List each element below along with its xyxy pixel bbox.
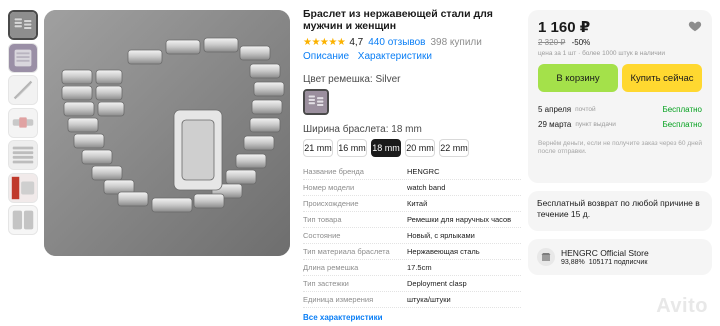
- rating-row: ★★★★★ 4,7 440 отзывов 398 купили: [303, 36, 521, 48]
- tab-characteristics[interactable]: Характеристики: [358, 51, 432, 62]
- width-label: Ширина браслета: 18 mm: [303, 124, 422, 135]
- spec-key: Тип товара: [303, 215, 342, 224]
- reviews-link[interactable]: 440 отзывов: [368, 37, 425, 48]
- spec-value: штука/штуки: [407, 295, 451, 304]
- store-info: HENGRC Official Store 93,88% 105171 подпи…: [561, 248, 649, 266]
- delivery-options: 5 апреля почтой Бесплатно 29 марта пункт…: [538, 102, 702, 132]
- spec-key: Происхождение: [303, 199, 359, 208]
- all-specs-link[interactable]: Все характеристики: [303, 313, 521, 322]
- thumbnail-5[interactable]: [8, 140, 38, 170]
- spec-row: Тип материала браслета Нержавеющая сталь: [303, 244, 521, 260]
- spec-key: Тип застежки: [303, 279, 349, 288]
- spec-row: Длина ремешка 17.5cm: [303, 260, 521, 276]
- price: 1 160 ₽: [538, 19, 591, 36]
- thumbnail-1[interactable]: [8, 10, 38, 40]
- spec-key: Номер модели: [303, 183, 355, 192]
- discount-badge: -50%: [571, 38, 591, 47]
- size-option[interactable]: 21 mm: [303, 139, 333, 157]
- size-option[interactable]: 22 mm: [439, 139, 469, 157]
- store-rating: 93,88%: [561, 259, 585, 266]
- old-price-row: 2 320 ₽ -50%: [538, 38, 702, 47]
- spec-value: HENGRC: [407, 167, 440, 176]
- store-card[interactable]: HENGRC Official Store 93,88% 105171 подпи…: [528, 239, 712, 275]
- avito-watermark: Avito: [656, 295, 708, 317]
- product-tabs: Описание Характеристики: [303, 51, 521, 63]
- delivery-date: 29 марта: [538, 120, 572, 129]
- spec-value: Нержавеющая сталь: [407, 247, 480, 256]
- spec-row: Тип застежки Deployment clasp: [303, 276, 521, 292]
- favorite-heart-icon[interactable]: [688, 19, 702, 33]
- delivery-method: пункт выдачи: [575, 121, 616, 128]
- old-price: 2 320 ₽: [538, 38, 566, 47]
- spec-value: Новый, с ярлыками: [407, 231, 475, 240]
- tab-description[interactable]: Описание: [303, 51, 349, 62]
- color-label: Цвет ремешка: Silver: [303, 74, 401, 85]
- spec-key: Единица измерения: [303, 295, 374, 304]
- product-details: Браслет из нержавеющей стали для мужчин …: [303, 8, 521, 322]
- return-policy-card: Бесплатный возврат по любой причине в те…: [528, 191, 712, 231]
- add-to-cart-button[interactable]: В корзину: [538, 64, 618, 92]
- delivery-option[interactable]: 29 марта пункт выдачи Бесплатно: [538, 117, 702, 132]
- spec-value: Китай: [407, 199, 428, 208]
- delivery-option[interactable]: 5 апреля почтой Бесплатно: [538, 102, 702, 117]
- refund-disclaimer: Вернём деньги, если не получите заказ че…: [538, 140, 702, 155]
- spec-row: Состояние Новый, с ярлыками: [303, 228, 521, 244]
- size-option-selected[interactable]: 18 mm: [371, 139, 401, 157]
- rating-stars: ★★★★★: [303, 36, 346, 48]
- spec-key: Название бренда: [303, 167, 364, 176]
- store-stats: 93,88% 105171 подписчик: [561, 259, 649, 266]
- spec-key: Тип материала браслета: [303, 247, 390, 256]
- size-option[interactable]: 16 mm: [337, 139, 367, 157]
- spec-value: Deployment clasp: [407, 279, 467, 288]
- size-options: 21 mm 16 mm 18 mm 20 mm 22 mm: [303, 139, 521, 157]
- thumbnail-4[interactable]: [8, 107, 38, 138]
- spec-value: Ремешки для наручных часов: [407, 215, 512, 224]
- price-card: 1 160 ₽ 2 320 ₽ -50% цена за 1 шт · боле…: [528, 10, 712, 183]
- thumbnail-6[interactable]: [8, 172, 38, 203]
- main-product-image[interactable]: [44, 10, 290, 256]
- buy-now-button[interactable]: Купить сейчас: [622, 64, 702, 92]
- store-subscribers: 105171 подписчик: [588, 259, 648, 266]
- size-option[interactable]: 20 mm: [405, 139, 435, 157]
- spec-key: Состояние: [303, 231, 341, 240]
- store-logo-icon: [537, 248, 555, 266]
- thumbnail-strip: [8, 10, 40, 238]
- thumbnail-2[interactable]: [8, 42, 38, 73]
- spec-row: Номер модели watch band: [303, 180, 521, 196]
- specs-table: Название бренда HENGRC Номер модели watch …: [303, 164, 521, 308]
- store-name[interactable]: HENGRC Official Store: [561, 248, 649, 258]
- spec-value: 17.5cm: [407, 263, 432, 272]
- delivery-method: почтой: [575, 106, 596, 113]
- spec-row: Тип товара Ремешки для наручных часов: [303, 212, 521, 228]
- purchase-panel: 1 160 ₽ 2 320 ₽ -50% цена за 1 шт · боле…: [528, 10, 712, 275]
- thumbnail-7[interactable]: [8, 205, 38, 235]
- price-note: цена за 1 шт · более 1000 штук в наличии: [538, 50, 666, 57]
- thumbnail-3[interactable]: [8, 75, 38, 105]
- bought-count: 398 купили: [430, 36, 482, 48]
- spec-key: Длина ремешка: [303, 263, 359, 272]
- delivery-cost: Бесплатно: [662, 105, 702, 114]
- spec-row: Единица измерения штука/штуки: [303, 292, 521, 308]
- spec-row: Происхождение Китай: [303, 196, 521, 212]
- product-title: Браслет из нержавеющей стали для мужчин …: [303, 8, 493, 32]
- delivery-date: 5 апреля: [538, 105, 572, 114]
- delivery-cost: Бесплатно: [662, 120, 702, 129]
- action-buttons: В корзину Купить сейчас: [538, 64, 702, 92]
- rating-value: 4,7: [349, 36, 364, 48]
- spec-value: watch band: [407, 183, 446, 192]
- color-swatch-silver[interactable]: [303, 89, 329, 115]
- spec-row: Название бренда HENGRC: [303, 164, 521, 180]
